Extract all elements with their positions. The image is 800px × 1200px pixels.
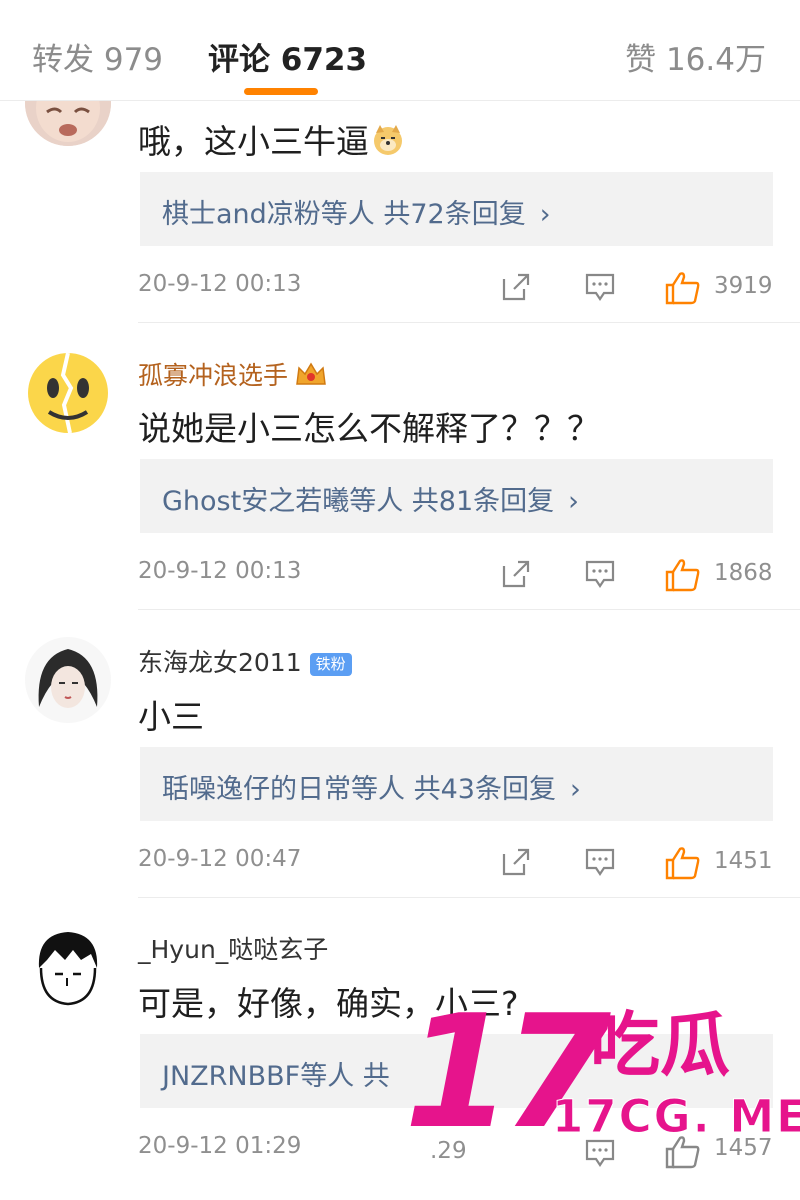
like-icon[interactable] <box>664 846 702 884</box>
comment-text: 小三 <box>138 697 204 736</box>
like-count: 1451 <box>714 848 773 874</box>
reply-summary[interactable]: 聒噪逸仔的日常等人 共43条回复 › <box>140 747 773 821</box>
comment-timestamp: 20-9-12 00:47 <box>138 846 302 872</box>
tab-repost[interactable]: 转发 979 <box>32 34 163 79</box>
reply-summary[interactable]: 棋士and凉粉等人 共72条回复 › <box>140 172 773 246</box>
watermark-site: 17CG. ME <box>552 1090 800 1143</box>
like-count: 1868 <box>714 560 773 586</box>
comment-timestamp: 20-9-12 00:13 <box>138 271 302 297</box>
chevron-right-icon: › <box>569 774 581 805</box>
comment-text: 说她是小三怎么不解释了？？？ <box>138 409 600 448</box>
comment-divider <box>138 322 800 323</box>
comment-meta: 20-9-12 00:13 3919 <box>0 271 800 311</box>
reply-icon[interactable] <box>584 558 616 594</box>
doge-emoji-icon <box>371 123 405 165</box>
like-icon[interactable] <box>664 558 702 596</box>
fan-badge: 铁粉 <box>309 652 352 676</box>
share-icon[interactable] <box>500 846 532 882</box>
split-face-avatar-icon <box>28 352 108 434</box>
username[interactable]: _Hyun_哒哒玄子 <box>138 930 328 966</box>
comment-timestamp: 20-9-12 00:13 <box>138 558 302 584</box>
comment-divider <box>138 897 800 898</box>
comment-timestamp: 20-9-12 01:29 <box>138 1133 302 1159</box>
chevron-right-icon: › <box>568 486 579 517</box>
like-count: 3919 <box>714 273 773 299</box>
active-tab-indicator <box>244 88 318 95</box>
girl-portrait-avatar-icon <box>25 637 111 723</box>
share-icon[interactable] <box>500 271 532 307</box>
sketch-face-avatar-icon <box>25 924 111 1010</box>
share-icon[interactable] <box>500 558 532 594</box>
reply-icon[interactable] <box>584 846 616 882</box>
avatar[interactable] <box>25 924 111 1010</box>
username[interactable]: 东海龙女2011 铁粉 <box>138 643 352 679</box>
reply-summary[interactable]: Ghost安之若曦等人 共81条回复 › <box>140 459 773 533</box>
reply-icon[interactable] <box>584 271 616 307</box>
comment-meta: 20-9-12 00:47 1451 <box>0 846 800 886</box>
comment-divider <box>138 609 800 610</box>
chevron-right-icon: › <box>539 199 551 230</box>
like-icon[interactable] <box>664 271 702 309</box>
avatar[interactable] <box>25 637 111 723</box>
comment-tabs: 转发 979 评论 6723 赞 16.4万 <box>0 0 800 101</box>
tab-comments[interactable]: 评论 6723 <box>208 34 367 79</box>
avatar[interactable] <box>25 350 111 436</box>
watermark-chinese: 吃瓜 <box>590 1004 730 1086</box>
username[interactable]: 孤寡冲浪选手 <box>138 356 328 394</box>
comment-meta: 20-9-12 00:13 1868 <box>0 558 800 598</box>
tab-likes[interactable]: 赞 16.4万 <box>625 34 766 79</box>
crown-badge-icon <box>294 360 328 394</box>
comment-text: 哦，这小三牛逼 <box>138 115 405 165</box>
